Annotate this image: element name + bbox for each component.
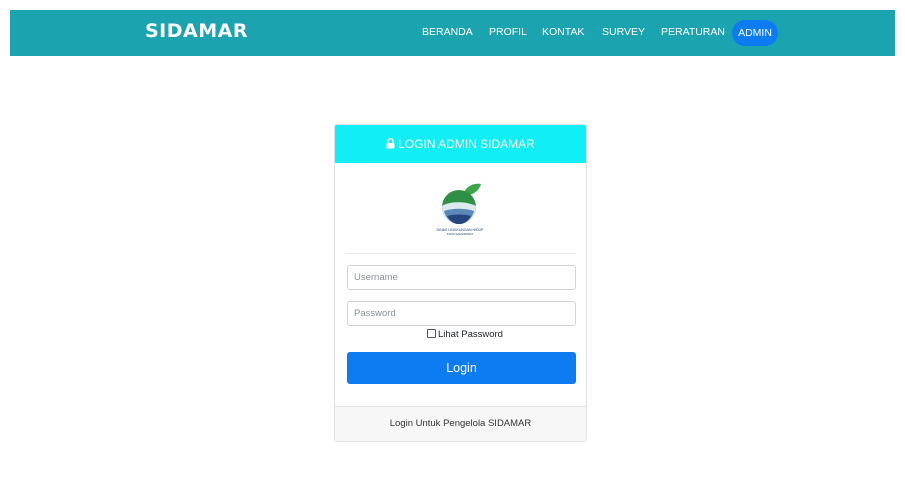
nav-profil[interactable]: PROFIL	[489, 26, 527, 38]
divider	[347, 253, 576, 254]
dinas-logo: DINAS LINGKUNGAN HIDUP KOTA SAMARINDA	[433, 181, 487, 237]
brand-logo[interactable]: SIDAMAR	[145, 20, 248, 42]
nav-kontak[interactable]: KONTAK	[542, 26, 584, 38]
show-password-label: Lihat Password	[438, 329, 503, 340]
login-title: LOGIN ADMIN SIDAMAR	[398, 137, 535, 151]
leaf-globe-icon	[442, 183, 481, 224]
nav-admin-button[interactable]: ADMIN	[732, 20, 778, 46]
logo-subcaption: KOTA SAMARINDA	[446, 232, 474, 236]
login-card-footer: Login Untuk Pengelola SIDAMAR	[335, 406, 586, 441]
login-button[interactable]: Login	[347, 352, 576, 384]
username-input[interactable]	[347, 265, 576, 290]
nav-beranda[interactable]: BERANDA	[422, 26, 473, 38]
login-card-header: LOGIN ADMIN SIDAMAR	[335, 125, 586, 163]
password-input[interactable]	[347, 301, 576, 326]
login-card: LOGIN ADMIN SIDAMAR DINAS LINGKUNGAN HID…	[334, 124, 587, 442]
top-navbar: SIDAMAR BERANDA PROFIL KONTAK SURVEY PER…	[10, 10, 895, 56]
show-password-toggle[interactable]: Lihat Password	[427, 329, 503, 340]
nav-survey[interactable]: SURVEY	[602, 26, 645, 38]
lock-icon	[386, 138, 395, 149]
nav-peraturan[interactable]: PERATURAN	[661, 26, 725, 38]
show-password-checkbox[interactable]	[427, 329, 436, 338]
